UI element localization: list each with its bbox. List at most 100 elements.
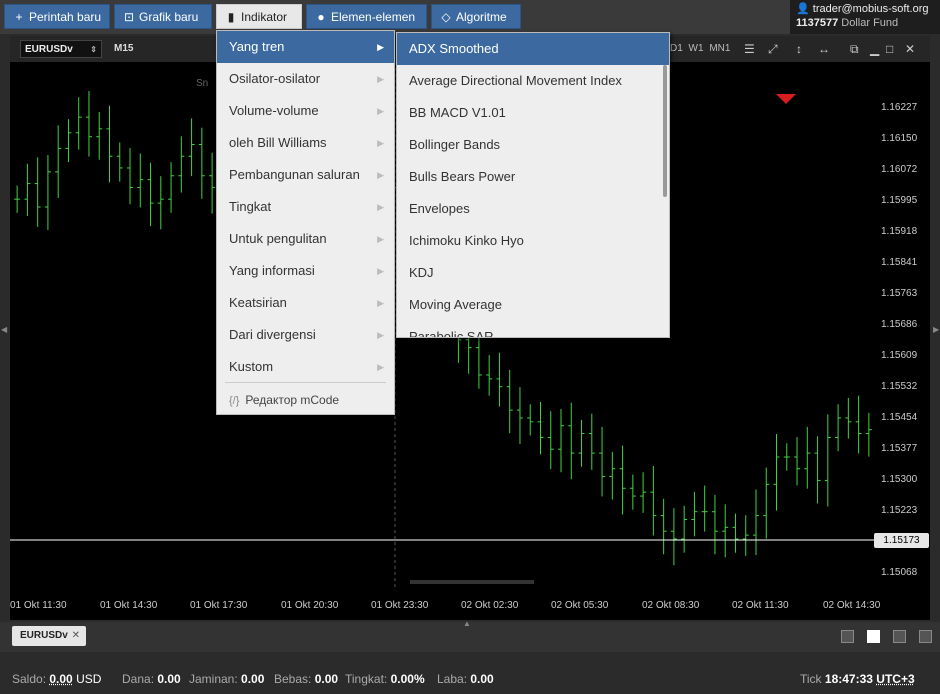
layout-rows-icon[interactable] — [919, 630, 932, 643]
timeframe-buttons[interactable]: D1 W1 MN1 — [670, 40, 730, 58]
ohlc-bar — [804, 426, 811, 489]
indicator-button[interactable]: ▮ Indikator — [216, 4, 302, 29]
margin-label: Jaminan: — [189, 672, 238, 686]
ohlc-bar — [209, 152, 216, 214]
indicator-menu-item[interactable]: Untuk pengulitan ▶ — [217, 223, 394, 255]
chevron-right-icon: ▶ — [377, 362, 384, 372]
new-chart-button[interactable]: ⊡ Grafik baru — [114, 4, 212, 29]
chart-tab-label: EURUSDv — [20, 630, 68, 641]
user-icon: 👤 — [796, 3, 810, 15]
ohlc-bar — [865, 412, 872, 457]
indicator-option[interactable]: ADX Smoothed — [397, 33, 669, 65]
layout-grid-icon[interactable] — [867, 630, 880, 643]
timezone-selector[interactable]: UTC+3 — [876, 672, 914, 686]
price-tick-label: 1.15995 — [881, 195, 918, 206]
price-tick-label: 1.16150 — [881, 133, 918, 144]
submenu-scrollbar[interactable] — [663, 65, 667, 197]
indicator-option[interactable]: KDJ — [397, 257, 663, 289]
mcode-editor-item[interactable]: {/} Редактор mCode — [217, 387, 394, 413]
ohlc-bar — [568, 402, 575, 480]
ohlc-bar — [660, 498, 667, 555]
indicator-option[interactable]: Envelopes — [397, 193, 663, 225]
server-time: 18:47:33 — [824, 672, 873, 686]
indicator-menu-item[interactable]: Dari divergensi ▶ — [217, 319, 394, 351]
free-label: Bebas: — [274, 672, 312, 686]
indicator-list-icon[interactable]: ☰ — [744, 40, 755, 58]
algorithm-button[interactable]: ◇ Algoritme — [431, 4, 521, 29]
indicator-menu-item[interactable]: Yang tren ▶ — [217, 31, 394, 63]
indicator-menu-item[interactable]: Osilator-osilator ▶ — [217, 63, 394, 95]
layout-single-icon[interactable] — [841, 630, 854, 643]
algorithm-label: Algoritme — [456, 10, 507, 24]
level-value: 0.00% — [390, 672, 425, 686]
current-price-label: 1.15173 — [874, 533, 929, 548]
left-panel-arrow-icon[interactable]: ◀ — [1, 325, 7, 334]
time-tick-label: 02 Okt 08:30 — [642, 600, 700, 611]
ohlc-bar — [752, 489, 759, 556]
chevron-right-icon: ▶ — [377, 330, 384, 340]
layout-columns-icon[interactable] — [893, 630, 906, 643]
horizontal-scrollbar[interactable] — [410, 580, 534, 584]
indicator-menu-item[interactable]: Keatsirian ▶ — [217, 287, 394, 319]
indicator-option[interactable]: Ichimoku Kinko Hyo — [397, 225, 663, 257]
price-axis[interactable]: 1.16227 1.16150 1.16072 1.15995 1.15918 1.158… — [874, 62, 930, 588]
indicator-option[interactable]: Parabolic SAR — [397, 321, 663, 337]
indicator-menu-item[interactable]: Kustom ▶ — [217, 351, 394, 383]
chart-tab[interactable]: EURUSDv ✕ — [12, 626, 86, 646]
menu-item-label: Dari divergensi — [229, 327, 316, 342]
price-tick-label: 1.15609 — [881, 350, 918, 361]
funds-value: 0.00 — [157, 672, 181, 686]
profit-label: Laba: — [437, 672, 468, 686]
account-number: 1137577 — [796, 17, 839, 29]
new-order-button[interactable]: + Perintah baru — [4, 4, 110, 29]
balance-label: Saldo: — [12, 672, 47, 686]
ohlc-bar — [188, 118, 195, 177]
menu-item-label: Keatsirian — [229, 295, 287, 310]
indicator-menu-item[interactable]: Tingkat ▶ — [217, 191, 394, 223]
indicator-menu-item[interactable]: Volume-volume ▶ — [217, 95, 394, 127]
main-toolbar: + Perintah baru ⊡ Grafik baru ▮ Indikator ●… — [0, 0, 940, 34]
time-tick-label: 01 Okt 23:30 — [371, 600, 429, 611]
level-label: Tingkat: — [345, 672, 388, 686]
time-tick-label: 01 Okt 14:30 — [100, 600, 158, 611]
ohlc-bar — [763, 467, 770, 539]
indicator-menu-item[interactable]: oleh Bill Williams ▶ — [217, 127, 394, 159]
indicator-option[interactable]: Moving Average — [397, 289, 663, 321]
symbol-selector[interactable]: EURUSDv ⇕ — [20, 40, 102, 58]
price-tick-label: 1.15068 — [881, 567, 918, 578]
right-panel-arrow-icon[interactable]: ▶ — [933, 325, 939, 334]
expand-icon[interactable]: ⤢ — [768, 40, 778, 58]
elements-button[interactable]: ● Elemen-elemen — [306, 4, 427, 29]
indicator-menu-item[interactable]: Yang informasi ▶ — [217, 255, 394, 287]
maximize-icon[interactable]: □ — [886, 40, 893, 58]
time-tick-label: 01 Okt 17:30 — [190, 600, 248, 611]
indicator-option[interactable]: Average Directional Movement Index — [397, 65, 663, 97]
popout-icon[interactable]: ⧉ — [850, 40, 859, 58]
minimize-icon[interactable]: ▁ — [870, 40, 879, 58]
ohlc-bar — [640, 472, 647, 513]
time-axis[interactable]: 01 Okt 11:30 01 Okt 14:30 01 Okt 17:30 01 O… — [10, 592, 930, 620]
balance-value[interactable]: 0.00 — [49, 672, 72, 686]
margin-value: 0.00 — [241, 672, 265, 686]
indicator-option[interactable]: Bollinger Bands — [397, 129, 663, 161]
timeframe-label[interactable]: M15 — [114, 40, 133, 58]
spinner-icon: ⇕ — [90, 45, 97, 54]
close-icon[interactable]: ✕ — [905, 40, 915, 58]
ohlc-bar — [558, 408, 565, 473]
close-tab-icon[interactable]: ✕ — [72, 626, 80, 646]
menu-item-label: Osilator-osilator — [229, 71, 321, 86]
price-tick-label: 1.15918 — [881, 226, 918, 237]
account-info[interactable]: 👤 trader@mobius-soft.org 1137577 Dollar … — [790, 0, 940, 34]
ohlc-bar — [578, 419, 585, 467]
vertical-scale-icon[interactable]: ↕ — [796, 40, 802, 58]
ohlc-bar — [116, 142, 123, 182]
price-tick-label: 1.16227 — [881, 102, 918, 113]
trend-submenu: ADX Smoothed Average Directional Movement… — [396, 32, 670, 338]
indicator-option[interactable]: BB MACD V1.01 — [397, 97, 663, 129]
indicator-option[interactable]: Bulls Bears Power — [397, 161, 663, 193]
horizontal-scale-icon[interactable]: ↔ — [818, 40, 830, 58]
ohlc-bar — [527, 404, 534, 436]
indicator-menu-item[interactable]: Pembangunan saluran ▶ — [217, 159, 394, 191]
price-tick-label: 1.15686 — [881, 319, 918, 330]
collapse-arrow-icon[interactable]: ▲ — [463, 619, 471, 628]
